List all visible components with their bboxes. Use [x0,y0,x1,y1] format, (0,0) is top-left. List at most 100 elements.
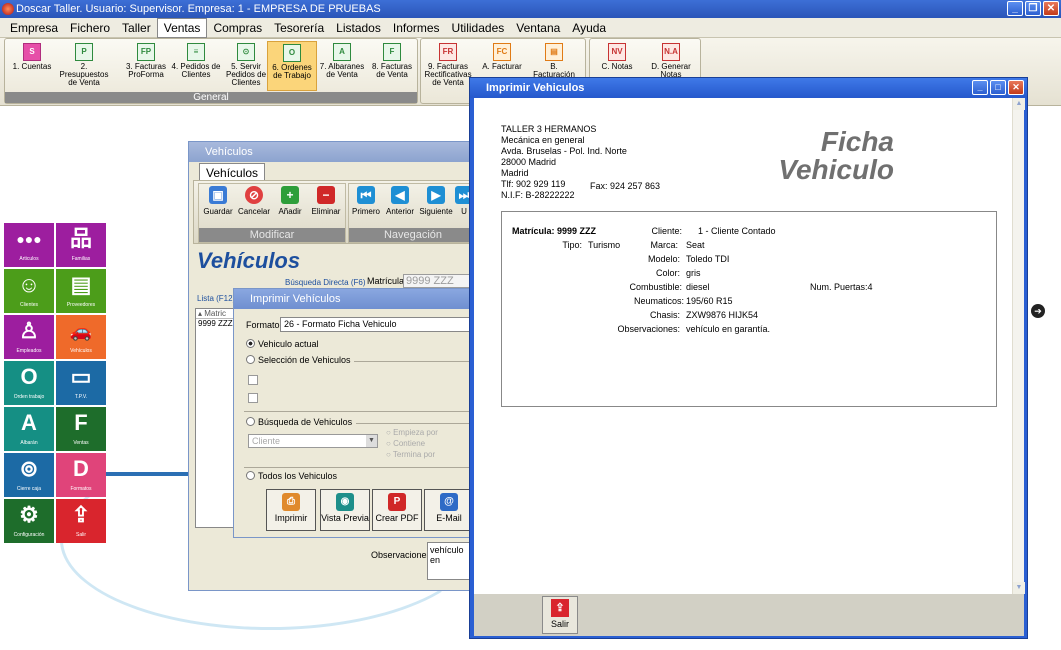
tile-familias[interactable]: 品 Familias [56,223,106,267]
tile-empleados[interactable]: ♙ Empleados [4,315,54,359]
primero-button[interactable]: ⏮ Primero [349,186,383,216]
list-header[interactable]: ▴ Matric [196,309,238,319]
radio-termina[interactable]: ○ Termina por [386,450,435,459]
ventas-icon: F [74,410,88,435]
menu-utilidades[interactable]: Utilidades [446,19,511,37]
ribbon-presupuestos-button[interactable]: P 2. Presupuestos de Venta [59,41,109,91]
radio-todos[interactable]: Todos los Vehiculos [246,471,337,481]
restore-icon[interactable]: ❐ [1025,1,1041,16]
menu-tesoreria[interactable]: Tesorería [268,19,330,37]
menu-ayuda[interactable]: Ayuda [566,19,612,37]
tile-cierre-caja[interactable]: ⊚ Cierre caja [4,453,54,497]
search-field-select[interactable]: Cliente ▼ [248,434,378,448]
ribbon-pedidos-button[interactable]: ≡ 4. Pedidos de Clientes [171,41,221,91]
anterior-button[interactable]: ◀ Anterior [383,186,417,216]
ribbon-cuentas-button[interactable]: S 1. Cuentas [7,41,57,91]
combo-value: Cliente [252,436,281,446]
menu-taller[interactable]: Taller [116,19,157,37]
menu-ventas[interactable]: Ventas [156,17,208,38]
guardar-button[interactable]: ▣ Guardar [201,186,235,216]
tile-label: Orden trabajo [13,394,45,400]
tile-label: Empleados [16,348,42,354]
minimize-icon[interactable]: _ [1007,1,1023,16]
ribbon-albaranes-button[interactable]: A 7. Albaranes de Venta [317,41,367,91]
tile-label: Clientes [19,302,39,308]
tile-albaran[interactable]: A Albarán [4,407,54,451]
tile-formatos[interactable]: D Formatos [56,453,106,497]
toolbar-group-modificar: ▣ Guardar ⊘ Cancelar + Añadir − Eliminar… [198,183,346,243]
tile-clientes[interactable]: ☺ Clientes [4,269,54,313]
scroll-down-icon[interactable]: ▼ [1013,582,1025,594]
company-activity: Mecánica en general [501,135,585,145]
list-item[interactable]: 9999 ZZZ [196,319,238,328]
pdf-icon: P [388,493,406,511]
tile-ventas[interactable]: F Ventas [56,407,106,451]
close-icon[interactable]: ✕ [1043,1,1059,16]
salir-button[interactable]: ⇪ Salir [542,596,578,634]
arrow-right-icon[interactable]: ➔ [1031,304,1045,318]
tile-configuracion[interactable]: ⚙ Configuración [4,499,54,543]
imprimir-button[interactable]: ⎙ Imprimir [266,489,316,531]
tile-tpv[interactable]: ▭ T.P.V. [56,361,106,405]
ribbon-rectificativas-button[interactable]: FR 9. Facturas Rectificativas de Venta [423,41,473,91]
checkbox-2[interactable] [248,393,258,403]
siguiente-button[interactable]: ▶ Siguiente [419,186,453,216]
ribbon-ordenes-trabajo-button[interactable]: O 6. Ordenes de Trabajo [267,41,317,91]
ribbon-proforma-button[interactable]: FP 3. Facturas ProForma [121,41,171,91]
preview-scrollbar[interactable]: ▲ ▼ [1012,98,1025,594]
crear-pdf-button[interactable]: P Crear PDF [372,489,422,531]
tile-proveedores[interactable]: ▤ Proveedores [56,269,106,313]
menu-fichero[interactable]: Fichero [64,19,116,37]
ribbon-servir-pedidos-button[interactable]: ⊙ 5. Servir Pedidos de Clientes [221,41,271,91]
document-title-line1: Ficha [820,126,894,157]
tile-orden-trabajo[interactable]: O Orden trabajo [4,361,54,405]
company-postcode: 28000 Madrid [501,157,557,167]
ribbon-facturas-button[interactable]: F 8. Facturas de Venta [367,41,417,91]
radio-busqueda[interactable]: Búsqueda de Vehiculos [246,417,352,427]
toolbar-group-label: Navegación [349,228,477,242]
radio-empieza[interactable]: ○ Empieza por [386,428,438,437]
radio-label: Termina por [392,450,436,459]
menu-listados[interactable]: Listados [330,19,387,37]
ribbon-button-label: 7. Albaranes de Venta [319,62,365,79]
button-label: Siguiente [419,207,453,216]
tile-label: Ventas [73,440,89,446]
cuentas-icon: S [23,43,41,61]
radio-seleccion[interactable]: Selección de Vehiculos [246,355,351,365]
chasis-label: Chasis: [649,310,680,320]
color-value: gris [686,268,701,278]
tile-vehiculos[interactable]: 🚗 Vehículos [56,315,106,359]
articulos-icon: ●●● [16,231,42,247]
format-select[interactable]: 26 - Formato Ficha Vehiculo [280,317,480,332]
tile-articulos[interactable]: ●●● Articulos [4,223,54,267]
radio-label: Contiene [393,439,426,448]
vehiculos-toolbar: ▣ Guardar ⊘ Cancelar + Añadir − Eliminar… [193,180,479,244]
ribbon-group-general: S 1. Cuentas P 2. Presupuestos de Venta … [4,38,418,104]
menu-empresa[interactable]: Empresa [4,19,64,37]
matricula-input[interactable]: 9999 ZZZ [403,274,479,288]
minimize-icon[interactable]: _ [972,80,988,95]
cancelar-button[interactable]: ⊘ Cancelar [237,186,271,216]
eliminar-button[interactable]: − Eliminar [309,186,343,216]
radio-contiene[interactable]: ○ Contiene [386,439,425,448]
ribbon-group-label: General [5,92,417,103]
menu-ventana[interactable]: Ventana [510,19,566,37]
vista-previa-button[interactable]: ◉ Vista Previa [320,489,370,531]
email-button[interactable]: @ E-Mail [424,489,474,531]
checkbox-1[interactable] [248,375,258,385]
document-title-line2: Vehiculo [778,154,894,185]
list-header-label: Matric [204,309,227,318]
menu-compras[interactable]: Compras [207,19,268,37]
add-icon: + [281,186,299,204]
tile-label: Salir [75,532,86,538]
clientes-icon: ☺ [17,272,41,297]
tile-salir[interactable]: ⇪ Salir [56,499,106,543]
ordenes-trabajo-icon: O [283,44,301,62]
maximize-icon[interactable]: □ [990,80,1006,95]
anadir-button[interactable]: + Añadir [273,186,307,216]
radio-vehiculo-actual[interactable]: Vehiculo actual [246,339,319,349]
ribbon-button-label: 9. Facturas Rectificativas de Venta [424,62,472,87]
close-icon[interactable]: ✕ [1008,80,1024,95]
scroll-up-icon[interactable]: ▲ [1013,98,1025,110]
menu-informes[interactable]: Informes [387,19,446,37]
